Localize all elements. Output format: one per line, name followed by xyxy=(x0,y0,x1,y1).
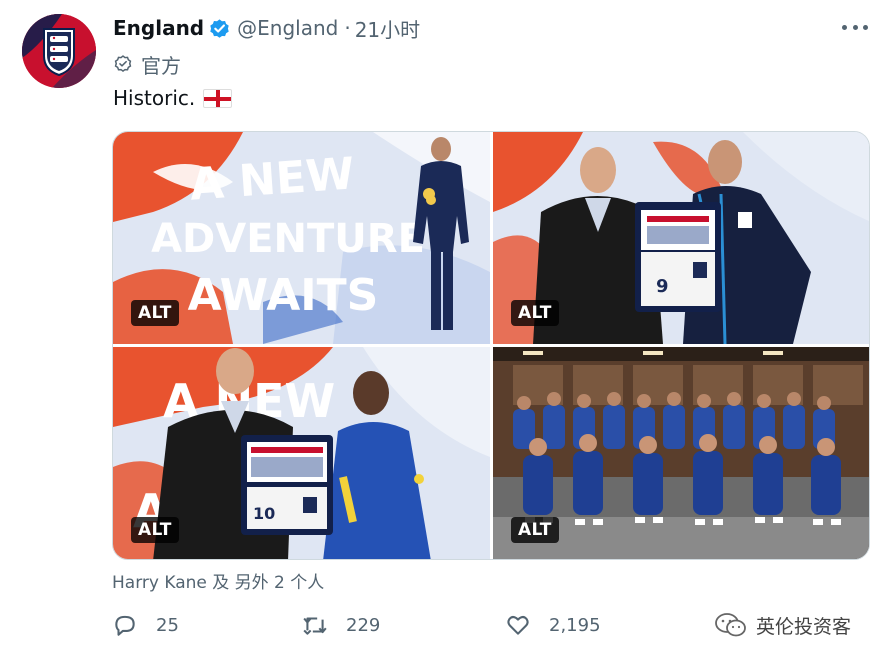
alt-badge[interactable]: ALT xyxy=(131,517,179,543)
media-grid: A NEW ADVENTURE AWAITS ALT 9 ALT A NEW A… xyxy=(112,131,870,560)
retweet-count: 229 xyxy=(346,614,381,636)
shirt-number: 9 xyxy=(656,276,669,297)
banner-line-2: ADVENTURE xyxy=(151,216,425,262)
tweet-text: Historic. xyxy=(113,86,233,110)
reply-icon xyxy=(115,615,135,636)
banner-line-3: AWAITS xyxy=(188,270,379,321)
media-image-1[interactable]: A NEW ADVENTURE AWAITS ALT xyxy=(113,132,490,344)
reply-button[interactable]: 25 xyxy=(112,608,179,642)
england-flag-icon xyxy=(203,88,233,108)
tagged-users[interactable]: Harry Kane 及 另外 2 个人 xyxy=(112,568,324,593)
official-label: 官方 xyxy=(113,50,181,78)
alt-badge[interactable]: ALT xyxy=(511,300,559,326)
media-image-2[interactable]: 9 ALT xyxy=(493,132,869,344)
tweet-time[interactable]: 21小时 xyxy=(355,14,420,43)
heart-icon xyxy=(507,615,529,635)
official-badge-icon xyxy=(114,55,132,73)
media-image-3[interactable]: A NEW A 10 ALT xyxy=(113,347,490,559)
like-count: 2,195 xyxy=(549,614,601,636)
watermark: 英伦投资客 xyxy=(714,608,851,642)
more-options-icon[interactable] xyxy=(842,18,868,36)
watermark-text: 英伦投资客 xyxy=(756,615,852,638)
shirt-number: 10 xyxy=(253,504,275,523)
three-lions-crest-icon xyxy=(22,14,96,88)
avatar[interactable] xyxy=(22,14,96,88)
verified-badge-icon xyxy=(210,18,229,38)
author-handle[interactable]: @England xyxy=(237,16,338,40)
retweet-button[interactable]: 229 xyxy=(302,608,380,642)
alt-badge[interactable]: ALT xyxy=(131,300,179,326)
official-text: 官方 xyxy=(141,53,181,78)
author-name[interactable]: England xyxy=(113,16,204,40)
like-button[interactable]: 2,195 xyxy=(505,608,601,642)
reply-count: 25 xyxy=(156,614,179,636)
action-bar: 25 229 2,195 英伦投资客 xyxy=(112,608,862,642)
alt-badge[interactable]: ALT xyxy=(511,517,559,543)
wechat-logo-icon xyxy=(715,613,746,637)
media-image-4[interactable]: ALT xyxy=(493,347,869,559)
retweet-icon xyxy=(303,617,327,635)
tweet-header: England @England · 21小时 xyxy=(113,14,420,42)
tweet-body: Historic. xyxy=(113,86,196,110)
separator-dot: · xyxy=(344,16,351,40)
